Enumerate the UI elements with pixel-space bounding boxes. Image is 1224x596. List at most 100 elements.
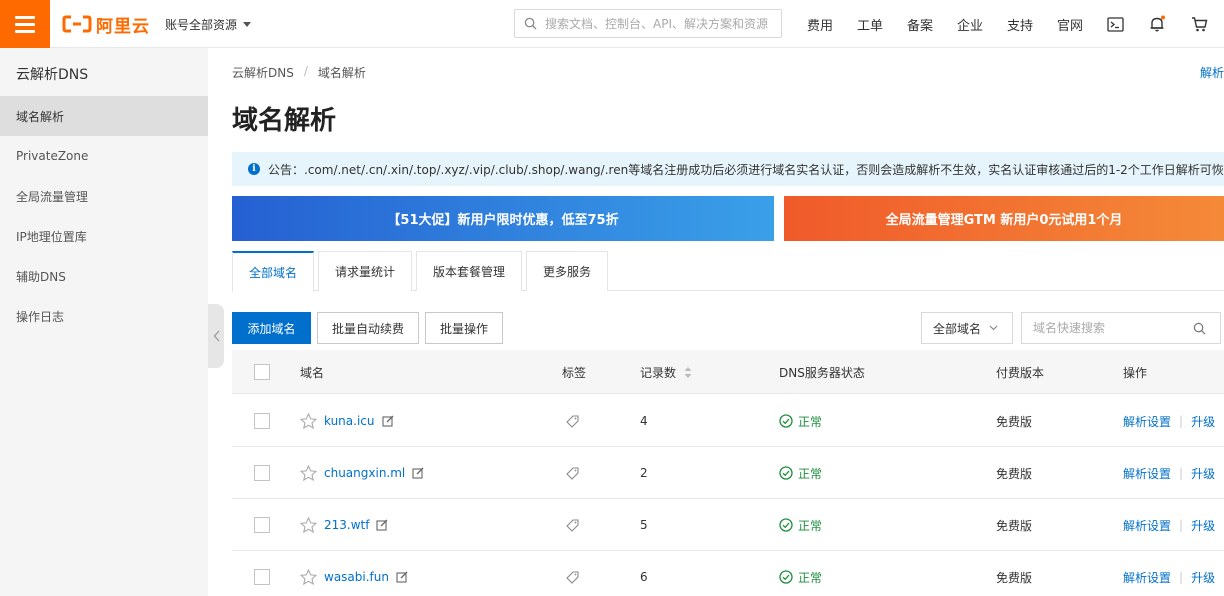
logo-text: 阿里云	[96, 16, 150, 37]
resolve-settings-link[interactable]: 解析设置	[1123, 465, 1171, 482]
star-icon[interactable]	[300, 517, 317, 533]
tab-edition-management[interactable]: 版本套餐管理	[416, 251, 522, 291]
aliyun-logo[interactable]: 阿里云	[62, 12, 150, 37]
nav-enterprise[interactable]: 企业	[957, 0, 983, 48]
check-circle-icon	[779, 466, 793, 480]
action-divider: |	[1179, 466, 1184, 480]
edit-icon[interactable]	[396, 571, 408, 583]
upgrade-link[interactable]: 升级	[1191, 517, 1215, 534]
nav-icp-filing[interactable]: 备案	[907, 0, 933, 48]
edit-icon[interactable]	[412, 467, 424, 479]
sidebar-item-operation-log[interactable]: 操作日志	[0, 296, 208, 336]
sidebar-item-secondary-dns[interactable]: 辅助DNS	[0, 256, 208, 296]
upgrade-link[interactable]: 升级	[1191, 413, 1215, 430]
aliyun-logo-icon	[62, 15, 92, 33]
info-icon: i	[248, 163, 260, 175]
sidebar-item-domain-resolution[interactable]: 域名解析	[0, 96, 208, 136]
row-checkbox[interactable]	[254, 465, 270, 481]
top-bar: 阿里云 账号全部资源 费用 工单 备案 企业 支持 官网	[0, 0, 1224, 48]
main-content: 云解析DNS / 域名解析 解析 域名解析 i 公告：.com/.net/.cn…	[232, 48, 1224, 596]
help-link[interactable]: 解析	[1200, 64, 1224, 81]
account-resources-dropdown[interactable]: 账号全部资源	[165, 16, 252, 33]
record-count: 4	[640, 414, 648, 428]
column-header-tag: 标签	[562, 365, 587, 380]
column-header-dns-status: DNS服务器状态	[779, 365, 865, 380]
table-row: wasabi.fun 6 正常 免费版 解析设置 | 升级	[232, 551, 1224, 596]
table-row: kuna.icu 4 正常 免费版 解析设置 | 升级	[232, 395, 1224, 447]
column-header-actions: 操作	[1123, 365, 1148, 380]
resolve-settings-link[interactable]: 解析设置	[1123, 517, 1171, 534]
domain-link[interactable]: kuna.icu	[324, 414, 375, 428]
sidebar-collapse-toggle[interactable]	[208, 304, 224, 368]
domain-quick-search[interactable]	[1021, 312, 1221, 344]
edit-icon[interactable]	[376, 519, 388, 531]
action-divider: |	[1179, 414, 1184, 428]
action-divider: |	[1179, 518, 1184, 532]
hamburger-menu-button[interactable]	[0, 0, 50, 48]
row-checkbox[interactable]	[254, 569, 270, 585]
global-search[interactable]	[514, 9, 782, 38]
nav-billing[interactable]: 费用	[807, 0, 833, 48]
page-title: 域名解析	[232, 106, 337, 136]
chevron-left-icon	[213, 330, 219, 342]
promo-banner-sale[interactable]: 【51大促】新用户限时优惠，低至75折	[232, 196, 774, 241]
star-icon[interactable]	[300, 413, 317, 429]
column-header-edition: 付费版本	[996, 365, 1045, 380]
row-checkbox[interactable]	[254, 413, 270, 429]
batch-auto-renew-button[interactable]: 批量自动续费	[317, 312, 419, 344]
notice-text: 公告：.com/.net/.cn/.xin/.top/.xyz/.vip/.cl…	[268, 162, 1224, 177]
action-divider: |	[1179, 570, 1184, 584]
terminal-icon[interactable]	[1105, 14, 1125, 34]
promo-banner-gtm[interactable]: 全局流量管理GTM 新用户0元试用1个月	[784, 196, 1224, 241]
nav-tickets[interactable]: 工单	[857, 0, 883, 48]
global-search-input[interactable]	[545, 16, 773, 31]
resolve-settings-link[interactable]: 解析设置	[1123, 413, 1171, 430]
dns-status-text: 正常	[798, 518, 823, 533]
menu-line	[15, 15, 35, 19]
resolve-settings-link[interactable]: 解析设置	[1123, 569, 1171, 586]
dns-status-text: 正常	[798, 414, 823, 429]
upgrade-link[interactable]: 升级	[1191, 569, 1215, 586]
star-icon[interactable]	[300, 569, 317, 585]
sidebar-item-global-traffic[interactable]: 全局流量管理	[0, 176, 208, 216]
tab-bar: 全部域名 请求量统计 版本套餐管理 更多服务	[232, 251, 1224, 292]
domain-link[interactable]: 213.wtf	[324, 518, 369, 532]
breadcrumb-separator: /	[303, 64, 308, 78]
search-icon[interactable]	[1193, 322, 1206, 335]
bell-icon[interactable]	[1147, 14, 1167, 34]
domain-search-input[interactable]	[1033, 321, 1193, 335]
domain-filter-select[interactable]: 全部域名	[921, 312, 1013, 344]
sidebar-item-ip-geo[interactable]: IP地理位置库	[0, 216, 208, 256]
tag-icon[interactable]	[566, 414, 579, 428]
row-checkbox[interactable]	[254, 517, 270, 533]
sidebar: 云解析DNS 域名解析 PrivateZone 全局流量管理 IP地理位置库 辅…	[0, 48, 208, 596]
check-circle-icon	[779, 414, 793, 428]
edit-icon[interactable]	[381, 415, 394, 427]
sidebar-item-privatezone[interactable]: PrivateZone	[0, 136, 208, 176]
nav-official-site[interactable]: 官网	[1057, 0, 1083, 48]
tab-request-stats[interactable]: 请求量统计	[318, 251, 412, 291]
column-header-records-label: 记录数	[640, 365, 677, 380]
tag-icon[interactable]	[566, 570, 579, 584]
breadcrumb-current: 域名解析	[317, 66, 366, 80]
star-icon[interactable]	[300, 465, 317, 481]
domain-link[interactable]: wasabi.fun	[324, 570, 389, 584]
upgrade-link[interactable]: 升级	[1191, 465, 1215, 482]
add-domain-button[interactable]: 添加域名	[232, 312, 311, 344]
chevron-down-icon	[989, 325, 998, 331]
column-header-records[interactable]: 记录数	[640, 350, 692, 394]
tag-icon[interactable]	[566, 466, 579, 480]
tag-icon[interactable]	[566, 518, 579, 532]
nav-support[interactable]: 支持	[1007, 0, 1033, 48]
tab-more-services[interactable]: 更多服务	[526, 251, 608, 291]
cart-icon[interactable]	[1189, 14, 1209, 34]
tab-all-domains[interactable]: 全部域名	[232, 251, 314, 292]
select-all-checkbox[interactable]	[254, 364, 270, 380]
edition-text: 免费版	[996, 518, 1033, 533]
menu-line	[15, 29, 35, 33]
domain-link[interactable]: chuangxin.ml	[324, 466, 405, 480]
batch-operation-button[interactable]: 批量操作	[425, 312, 503, 344]
check-circle-icon	[779, 518, 793, 532]
breadcrumb-cloud-dns[interactable]: 云解析DNS	[232, 64, 294, 81]
column-header-domain: 域名	[300, 365, 325, 380]
